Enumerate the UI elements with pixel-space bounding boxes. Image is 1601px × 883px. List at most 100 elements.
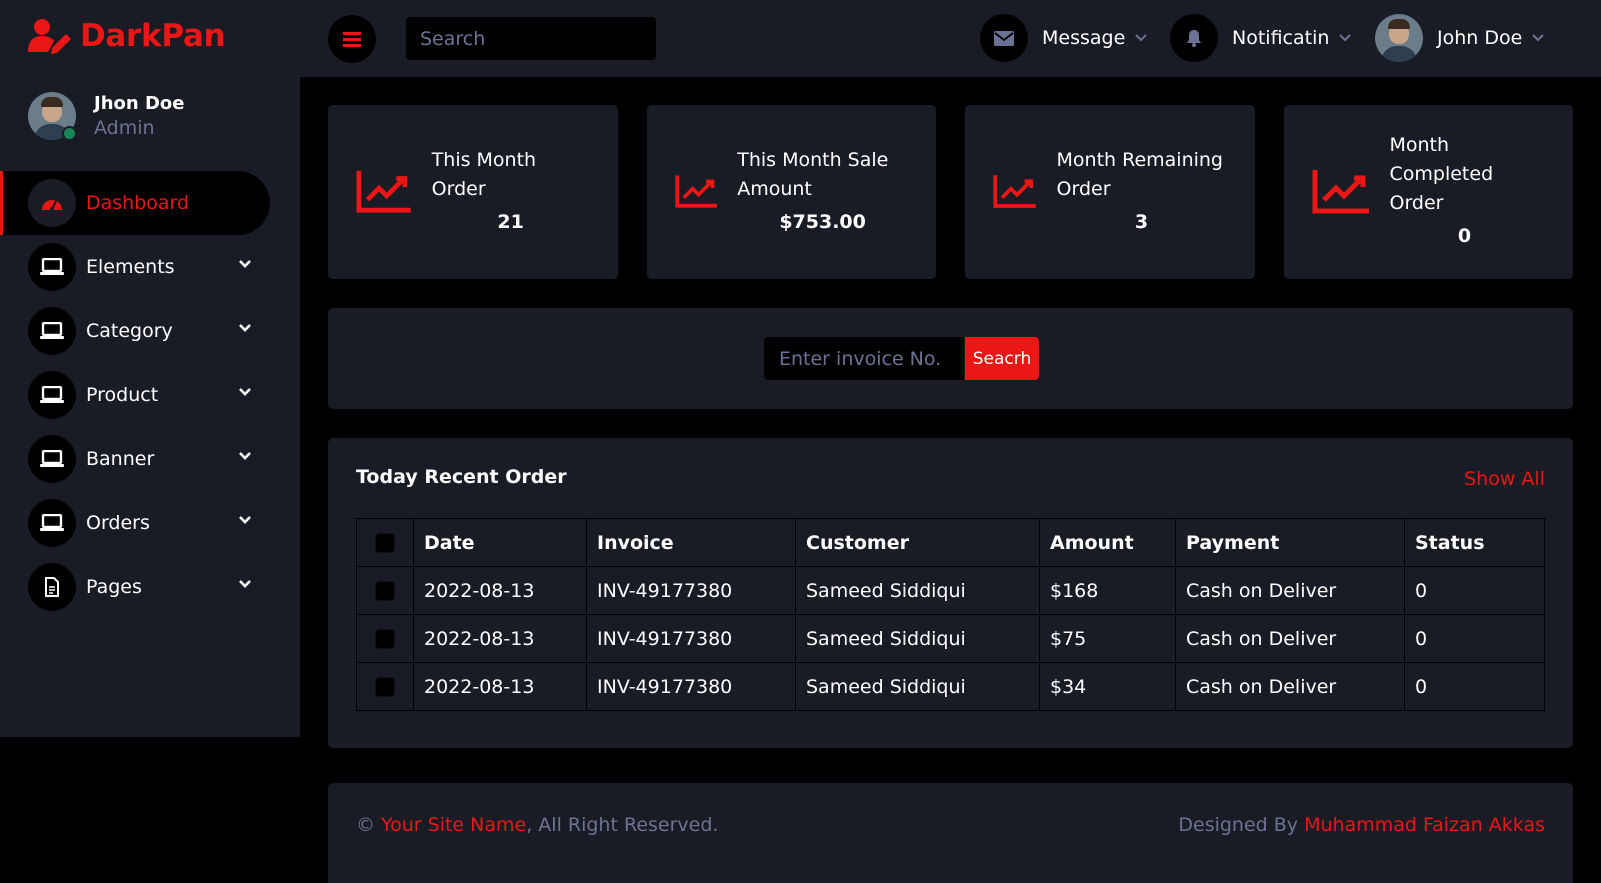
recent-orders-title: Today Recent Order: [356, 466, 567, 488]
invoice-search-button[interactable]: Seacrh: [965, 337, 1039, 380]
invoice-input[interactable]: [764, 337, 964, 380]
footer-credit: Designed By Muhammad Faizan Akkas: [1178, 814, 1545, 836]
user-dropdown[interactable]: John Doe: [1375, 13, 1545, 63]
stat-value: 21: [497, 210, 524, 233]
designed-by-text: Designed By: [1178, 814, 1305, 836]
cell-invoice: INV-49177380: [586, 662, 796, 711]
stat-label: This Month Sale Amount: [737, 148, 889, 200]
stat-label: Month Completed Order: [1389, 134, 1494, 214]
site-name-link[interactable]: Your Site Name: [381, 814, 526, 836]
user-name: John Doe: [1437, 27, 1523, 49]
sidebar-item-dashboard[interactable]: Dashboard: [0, 171, 270, 235]
sidebar-item-label: Pages: [86, 576, 142, 598]
chevron-down-icon: [239, 388, 251, 396]
recent-orders-panel: Today Recent Order Show All Date Invoice…: [328, 438, 1573, 748]
topbar: Message Notificatin John Doe: [300, 0, 1601, 77]
sidebar-item-label: Orders: [86, 512, 150, 534]
chevron-down-icon: [239, 516, 251, 524]
cell-date: 2022-08-13: [413, 566, 587, 615]
rights-text: , All Right Reserved.: [526, 814, 719, 836]
avatar: [1375, 14, 1423, 62]
stat-card: This Month Order 21: [328, 105, 618, 279]
bell-icon: [1170, 14, 1218, 62]
orders-table: Date Invoice Customer Amount Payment Sta…: [356, 518, 1545, 711]
cell-payment: Cash on Deliver: [1175, 614, 1405, 663]
table-row: 2022-08-13 INV-49177380 Sameed Siddiqui …: [356, 662, 1545, 711]
sidebar-item-product[interactable]: Product: [0, 363, 300, 427]
row-checkbox[interactable]: [375, 629, 395, 649]
file-icon: [28, 563, 76, 611]
sidebar-item-label: Dashboard: [86, 192, 190, 214]
cell-invoice: INV-49177380: [586, 566, 796, 615]
user-edit-icon: [28, 19, 71, 54]
column-header: Status: [1404, 518, 1545, 567]
cell-date: 2022-08-13: [413, 662, 587, 711]
cell-status: 0: [1404, 614, 1545, 663]
chevron-down-icon: [239, 452, 251, 460]
laptop-icon: [28, 307, 76, 355]
cell-amount: $75: [1039, 614, 1176, 663]
sidebar-nav: Dashboard Elements Category Product Bann…: [0, 171, 300, 619]
profile-name: Jhon Doe: [94, 93, 185, 114]
sidebar-item-pages[interactable]: Pages: [0, 555, 300, 619]
chevron-down-icon: [239, 260, 251, 268]
stats-row: This Month Order 21 This Month Sale Amou…: [328, 105, 1573, 279]
sidebar-item-label: Banner: [86, 448, 155, 470]
chevron-down-icon: [239, 580, 251, 588]
menu-toggle-button[interactable]: [328, 15, 376, 63]
chevron-down-icon: [1339, 34, 1352, 42]
cell-payment: Cash on Deliver: [1175, 662, 1405, 711]
stat-value: $753.00: [779, 210, 866, 233]
message-label: Message: [1042, 27, 1126, 49]
chart-line-icon: [1312, 170, 1369, 214]
message-dropdown[interactable]: Message: [980, 13, 1147, 63]
cell-amount: $34: [1039, 662, 1176, 711]
select-all-checkbox[interactable]: [375, 533, 395, 553]
envelope-icon: [980, 14, 1028, 62]
column-header: Payment: [1175, 518, 1405, 567]
column-header: Amount: [1039, 518, 1176, 567]
sidebar-item-label: Product: [86, 384, 159, 406]
brand-name: DarkPan: [80, 18, 226, 54]
row-checkbox[interactable]: [375, 581, 395, 601]
laptop-icon: [28, 243, 76, 291]
stat-label: Month Remaining Order: [1056, 148, 1223, 200]
sidebar-item-orders[interactable]: Orders: [0, 491, 300, 555]
stat-card: Month Remaining Order 3: [965, 105, 1255, 279]
column-header: Invoice: [586, 518, 796, 567]
table-header-row: Date Invoice Customer Amount Payment Sta…: [356, 518, 1545, 567]
chart-line-icon: [674, 175, 717, 208]
notification-dropdown[interactable]: Notificatin: [1170, 13, 1352, 63]
chart-line-icon: [993, 175, 1036, 208]
brand-logo[interactable]: DarkPan: [28, 14, 226, 58]
stat-card: This Month Sale Amount $753.00: [646, 105, 936, 279]
row-checkbox[interactable]: [375, 677, 395, 697]
sidebar-item-banner[interactable]: Banner: [0, 427, 300, 491]
sidebar-item-label: Elements: [86, 256, 175, 278]
cell-amount: $168: [1039, 566, 1176, 615]
sidebar-profile: Jhon Doe Admin: [28, 92, 184, 140]
laptop-icon: [28, 435, 76, 483]
cell-customer: Sameed Siddiqui: [795, 662, 1040, 711]
show-all-link[interactable]: Show All: [1464, 468, 1545, 490]
invoice-search-panel: Seacrh: [328, 308, 1573, 409]
designer-link[interactable]: Muhammad Faizan Akkas: [1304, 814, 1545, 836]
chevron-down-icon: [239, 324, 251, 332]
search-input[interactable]: [406, 17, 656, 60]
sidebar-item-label: Category: [86, 320, 173, 342]
sidebar-item-elements[interactable]: Elements: [0, 235, 300, 299]
table-row: 2022-08-13 INV-49177380 Sameed Siddiqui …: [356, 614, 1545, 663]
profile-role: Admin: [94, 117, 155, 139]
column-header: Customer: [795, 518, 1040, 567]
footer-copyright: © Your Site Name, All Right Reserved.: [356, 814, 718, 836]
cell-payment: Cash on Deliver: [1175, 566, 1405, 615]
notification-label: Notificatin: [1232, 27, 1330, 49]
sidebar-item-category[interactable]: Category: [0, 299, 300, 363]
chevron-down-icon: [1135, 34, 1147, 42]
chart-line-icon: [356, 170, 411, 213]
laptop-icon: [28, 371, 76, 419]
table-row: 2022-08-13 INV-49177380 Sameed Siddiqui …: [356, 566, 1545, 615]
stat-value: 0: [1457, 225, 1472, 247]
stat-value: 3: [1134, 210, 1149, 233]
online-status-dot: [62, 126, 77, 141]
